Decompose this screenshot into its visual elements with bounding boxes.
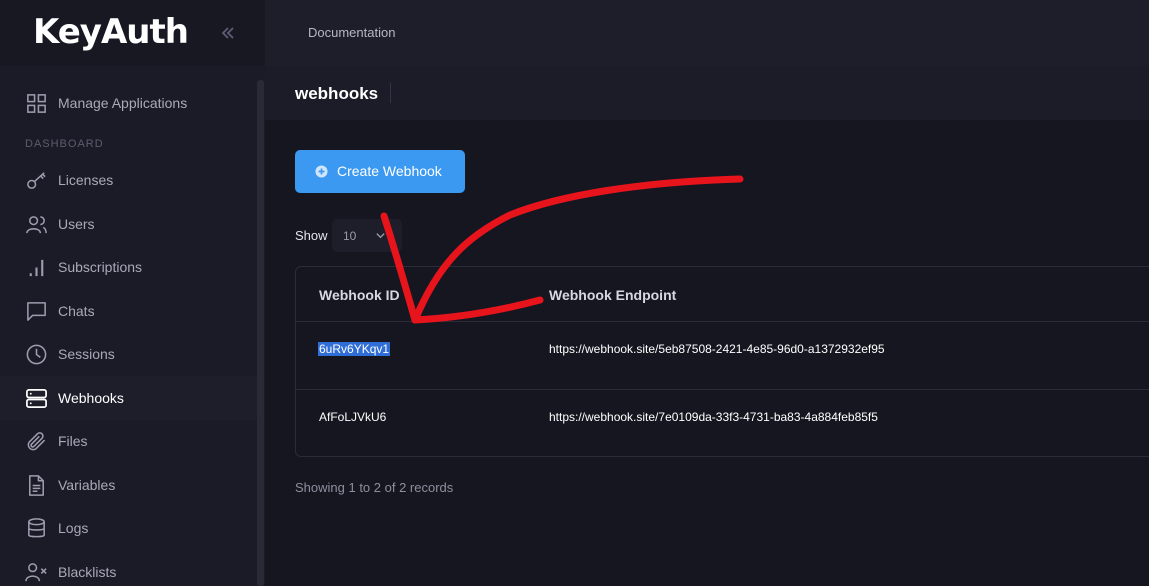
- sidebar-item-label: Logs: [58, 520, 89, 536]
- sidebar-item-label: Variables: [58, 477, 116, 493]
- sidebar-item-logs[interactable]: Logs: [0, 506, 257, 550]
- server-icon: [26, 388, 47, 408]
- webhook-id-cell[interactable]: AfFoLJVkU6: [319, 410, 386, 424]
- plus-circle-icon: [315, 165, 328, 178]
- bar-chart-icon: [29, 259, 44, 276]
- sidebar-item-label: Webhooks: [58, 390, 124, 406]
- sidebar-item-licenses[interactable]: Licenses: [0, 158, 257, 202]
- documentation-link[interactable]: Documentation: [308, 25, 395, 40]
- sidebar-item-label: Licenses: [58, 172, 114, 188]
- sidebar: KeyAuth Manage Applications DASHBOARD Li…: [0, 0, 265, 586]
- sidebar-item-label: Sessions: [58, 346, 115, 362]
- sidebar-item-chats[interactable]: Chats: [0, 289, 257, 333]
- page-title: webhooks: [295, 84, 379, 103]
- page-header: webhooks: [265, 66, 1149, 120]
- sidebar-item-label: Blacklists: [58, 564, 117, 580]
- topbar: Documentation: [265, 0, 1149, 66]
- document-icon: [29, 474, 44, 496]
- paperclip-icon: [27, 431, 45, 450]
- sidebar-item-label: Subscriptions: [58, 259, 143, 275]
- column-header-webhook-endpoint[interactable]: Webhook Endpoint: [549, 287, 676, 303]
- records-info: Showing 1 to 2 of 2 records: [295, 480, 454, 495]
- table-row[interactable]: 6uRv6YKqv1 https://webhook.site/5eb87508…: [296, 322, 1149, 389]
- clock-icon: [26, 344, 47, 364]
- sidebar-item-label: Users: [58, 216, 95, 232]
- sidebar-item-label: Files: [58, 433, 88, 449]
- sidebar-item-label: Chats: [58, 303, 95, 319]
- chevrons-left-icon[interactable]: [219, 24, 237, 42]
- logo-bar: KeyAuth: [0, 0, 265, 66]
- sidebar-scrollbar[interactable]: [257, 80, 264, 586]
- webhook-endpoint-cell[interactable]: https://webhook.site/7e0109da-33f3-4731-…: [549, 410, 878, 424]
- sidebar-item-manage-applications[interactable]: Manage Applications: [0, 81, 257, 125]
- chat-icon: [27, 301, 46, 321]
- sidebar-item-files[interactable]: Files: [0, 419, 257, 463]
- sidebar-item-variables[interactable]: Variables: [0, 463, 257, 507]
- column-header-webhook-id[interactable]: Webhook ID: [319, 287, 400, 303]
- database-icon: [28, 517, 45, 537]
- key-icon: [27, 171, 46, 189]
- show-label: Show: [295, 228, 328, 243]
- sidebar-item-blacklists[interactable]: Blacklists: [0, 550, 257, 586]
- sidebar-heading: DASHBOARD: [25, 138, 104, 150]
- sidebar-item-users[interactable]: Users: [0, 202, 257, 246]
- sidebar-item-sessions[interactable]: Sessions: [0, 332, 257, 376]
- app-logo[interactable]: KeyAuth: [33, 12, 189, 52]
- webhook-id-cell[interactable]: 6uRv6YKqv1: [318, 342, 391, 356]
- page-size-value: 10: [343, 229, 357, 243]
- sidebar-item-label: Manage Applications: [58, 95, 188, 111]
- chevron-down-icon: [376, 233, 385, 239]
- sidebar-item-webhooks[interactable]: Webhooks: [0, 376, 257, 420]
- grid-icon: [27, 93, 46, 113]
- page-size-select[interactable]: 10: [332, 219, 402, 252]
- create-webhook-label: Create Webhook: [337, 163, 442, 179]
- users-icon: [26, 215, 47, 233]
- table-row[interactable]: AfFoLJVkU6 https://webhook.site/7e0109da…: [296, 390, 1149, 457]
- user-x-icon: [25, 562, 47, 581]
- webhooks-table: Webhook ID Webhook Endpoint 6uRv6YKqv1 h…: [295, 266, 1149, 457]
- header-divider: [390, 83, 391, 103]
- sidebar-item-subscriptions[interactable]: Subscriptions: [0, 245, 257, 289]
- webhook-endpoint-cell[interactable]: https://webhook.site/5eb87508-2421-4e85-…: [549, 342, 885, 356]
- create-webhook-button[interactable]: Create Webhook: [295, 150, 465, 193]
